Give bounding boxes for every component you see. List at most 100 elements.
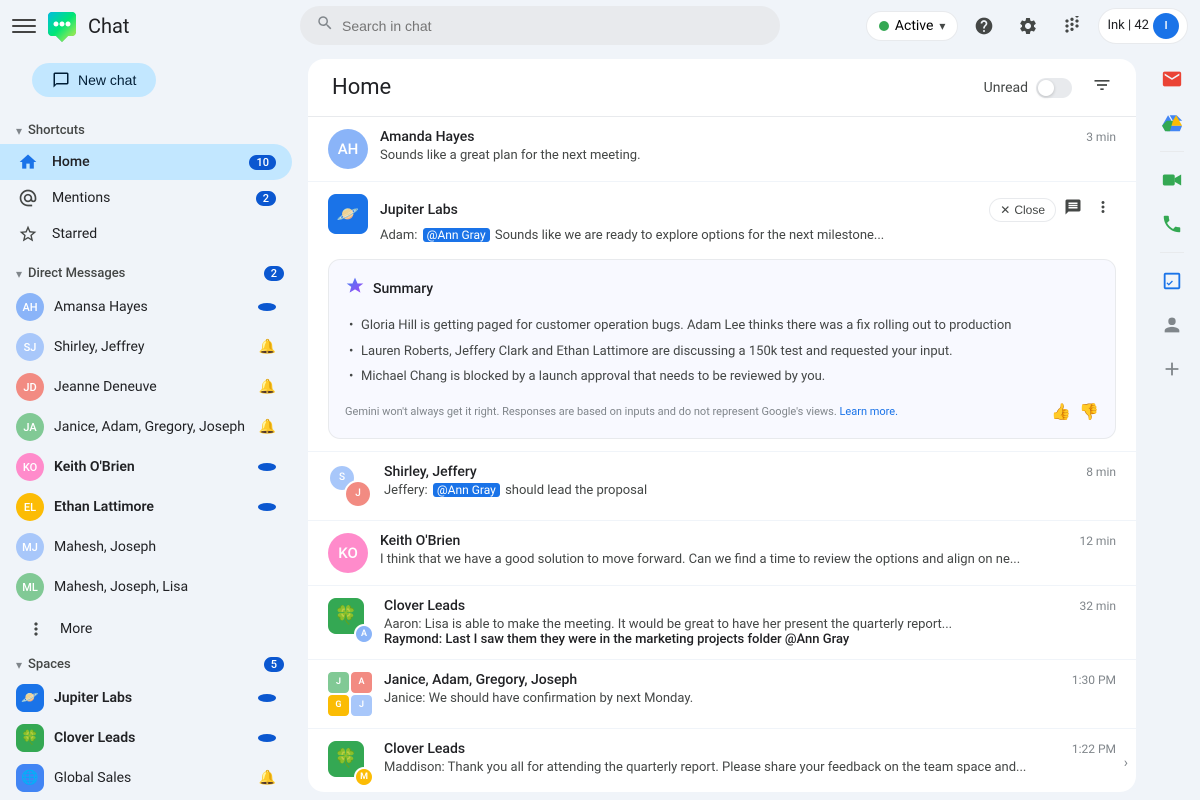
contacts-toolbar-icon[interactable] bbox=[1152, 305, 1192, 345]
message-group-jupiter-labs: 🪐 Jupiter Labs ✕ Close bbox=[308, 182, 1136, 452]
message-top: Clover Leads 32 min bbox=[384, 598, 1116, 614]
direct-messages-label: Direct Messages bbox=[28, 266, 125, 281]
summary-card: Summary Gloria Hill is getting paged for… bbox=[328, 259, 1116, 439]
jupiter-labs-msg-avatar: 🪐 bbox=[328, 194, 368, 234]
keith-unread bbox=[258, 463, 276, 471]
plus-toolbar-icon[interactable] bbox=[1152, 349, 1192, 389]
preview-suffix: Sounds like we are ready to explore opti… bbox=[495, 228, 884, 243]
starred-icon bbox=[16, 222, 40, 246]
sidebar-item-home[interactable]: Home 10 bbox=[0, 144, 292, 180]
more-label: More bbox=[60, 621, 276, 637]
spaces-badge: 5 bbox=[264, 657, 284, 672]
message-time: 8 min bbox=[1086, 465, 1116, 479]
sidebar-item-keith[interactable]: KO Keith O'Brien bbox=[0, 447, 292, 487]
direct-messages-section: ▾ Direct Messages 2 AH Amansa Hayes SJ S… bbox=[0, 256, 300, 611]
spaces-header[interactable]: ▾ Spaces 5 bbox=[0, 651, 300, 678]
message-preview: I think that we have a good solution to … bbox=[380, 552, 1116, 567]
sidebar-item-more[interactable]: More bbox=[8, 611, 292, 647]
mahesh-lisa-avatar: ML bbox=[16, 573, 44, 601]
thumbs-up-button[interactable]: 👍 bbox=[1051, 402, 1071, 422]
user-profile-button[interactable]: Ink | 42 I bbox=[1098, 8, 1188, 44]
chevron-down-icon: ▾ bbox=[16, 658, 22, 672]
chat-icon-button[interactable] bbox=[1060, 194, 1086, 225]
chevron-down-icon: ▾ bbox=[939, 19, 945, 33]
sidebar-item-mahesh-joseph-lisa[interactable]: ML Mahesh, Joseph, Lisa bbox=[0, 567, 292, 607]
message-item-clover-leads-2[interactable]: 🍀 M Clover Leads 1:22 PM Maddison: Thank… bbox=[308, 729, 1136, 793]
bell-icon: 🔔 bbox=[259, 379, 276, 395]
message-item-jupiter-labs[interactable]: 🪐 Jupiter Labs ✕ Close bbox=[308, 182, 1136, 255]
toggle-knob bbox=[1038, 80, 1054, 96]
sidebar-item-janice-group[interactable]: JA Janice, Adam, Gregory, Joseph 🔔 bbox=[0, 407, 292, 447]
search-input[interactable] bbox=[342, 18, 764, 34]
sidebar-item-amansa-hayes[interactable]: AH Amansa Hayes bbox=[0, 287, 292, 327]
message-preview-bold: Raymond: Last I saw them they were in th… bbox=[384, 632, 1116, 647]
message-preview: Adam: @Ann Gray Sounds like we are ready… bbox=[380, 228, 1116, 243]
message-top: Amanda Hayes 3 min bbox=[380, 129, 1116, 145]
home-badge: 10 bbox=[249, 155, 276, 170]
unread-section: Unread bbox=[984, 75, 1112, 100]
menu-button[interactable] bbox=[12, 14, 36, 38]
sidebar-item-mahesh-joseph[interactable]: MJ Mahesh, Joseph bbox=[0, 527, 292, 567]
apps-button[interactable] bbox=[1054, 8, 1090, 44]
clover-leads-2-avatar: 🍀 M bbox=[328, 741, 372, 785]
sidebar-item-jeanne[interactable]: JD Jeanne Deneuve 🔔 bbox=[0, 367, 292, 407]
new-chat-button[interactable]: New chat bbox=[32, 63, 156, 97]
message-item-clover-leads-1[interactable]: 🍀 A Clover Leads 32 min Aaron: Lisa is a… bbox=[308, 586, 1136, 660]
meet-toolbar-icon[interactable] bbox=[1152, 160, 1192, 200]
status-button[interactable]: Active ▾ bbox=[866, 11, 959, 41]
message-actions: ✕ Close bbox=[989, 194, 1116, 225]
jupiter-labs-unread bbox=[258, 694, 276, 702]
message-content: Keith O'Brien 12 min I think that we hav… bbox=[380, 533, 1116, 567]
clover-leads-label: Clover Leads bbox=[54, 730, 258, 746]
message-item-amanda-hayes[interactable]: AH Amanda Hayes 3 min Sounds like a grea… bbox=[308, 117, 1136, 182]
help-button[interactable] bbox=[966, 8, 1002, 44]
mention-tag: @Ann Gray bbox=[433, 483, 500, 497]
sidebar-item-clover-leads[interactable]: 🍀 Clover Leads bbox=[0, 718, 292, 758]
unread-label: Unread bbox=[984, 80, 1028, 96]
message-content: Jupiter Labs ✕ Close bbox=[380, 194, 1116, 243]
sidebar-item-ethan[interactable]: EL Ethan Lattimore bbox=[0, 487, 292, 527]
sidebar-item-starred[interactable]: Starred bbox=[0, 216, 292, 252]
sidebar-item-global-sales[interactable]: 🌐 Global Sales 🔔 bbox=[0, 758, 292, 798]
message-content: Amanda Hayes 3 min Sounds like a great p… bbox=[380, 129, 1116, 163]
message-item-janice-group[interactable]: J A G J Janice, Adam, Gregory, Joseph 1:… bbox=[308, 660, 1136, 729]
settings-button[interactable] bbox=[1010, 8, 1046, 44]
search-icon bbox=[316, 14, 334, 37]
preview-suffix: should lead the proposal bbox=[505, 483, 647, 498]
mentions-icon bbox=[16, 186, 40, 210]
sidebar-item-jupiter-labs[interactable]: 🪐 Jupiter Labs bbox=[0, 678, 292, 718]
more-options-button[interactable] bbox=[1090, 194, 1116, 225]
filter-icon[interactable] bbox=[1092, 75, 1112, 100]
summary-disclaimer: Gemini won't always get it right. Respon… bbox=[345, 405, 898, 418]
mentions-badge: 2 bbox=[256, 191, 276, 206]
user-label: Ink | 42 bbox=[1107, 18, 1149, 33]
mention-tag: @Ann Gray bbox=[423, 228, 490, 242]
drive-toolbar-icon[interactable] bbox=[1152, 103, 1192, 143]
shortcuts-header[interactable]: ▾ Shortcuts bbox=[0, 117, 300, 144]
gmail-toolbar-icon[interactable] bbox=[1152, 59, 1192, 99]
message-time: 3 min bbox=[1086, 130, 1116, 144]
preview-prefix: Jeffery: bbox=[384, 483, 431, 498]
mahesh-lisa-label: Mahesh, Joseph, Lisa bbox=[54, 579, 276, 595]
sidebar-item-shirley-jeffrey[interactable]: SJ Shirley, Jeffrey 🔔 bbox=[0, 327, 292, 367]
messages-list: AH Amanda Hayes 3 min Sounds like a grea… bbox=[308, 117, 1136, 792]
message-item-keith-obrien[interactable]: KO Keith O'Brien 12 min I think that we … bbox=[308, 521, 1136, 586]
direct-messages-header[interactable]: ▾ Direct Messages 2 bbox=[0, 260, 300, 287]
phone-toolbar-icon[interactable] bbox=[1152, 204, 1192, 244]
search-box bbox=[300, 6, 780, 45]
thumbs-down-button[interactable]: 👎 bbox=[1079, 402, 1099, 422]
message-item-shirley-jeffery[interactable]: S J Shirley, Jeffery 8 min Jeffery: @Ann… bbox=[308, 452, 1136, 521]
summary-footer: Gemini won't always get it right. Respon… bbox=[345, 402, 1099, 422]
mention-tag: @Ann Gray bbox=[785, 632, 849, 647]
shortcuts-label: Shortcuts bbox=[28, 123, 85, 138]
bell-icon: 🔔 bbox=[259, 339, 276, 355]
sidebar-item-mentions[interactable]: Mentions 2 bbox=[0, 180, 292, 216]
message-sender: Shirley, Jeffery bbox=[384, 464, 477, 480]
message-time: 1:30 PM bbox=[1072, 673, 1116, 687]
close-button[interactable]: ✕ Close bbox=[989, 198, 1056, 222]
unread-toggle[interactable] bbox=[1036, 78, 1072, 98]
tasks-toolbar-icon[interactable] bbox=[1152, 261, 1192, 301]
learn-more-link[interactable]: Learn more. bbox=[839, 405, 898, 418]
janice-group-avatar: J A G J bbox=[328, 672, 372, 716]
gemini-icon bbox=[345, 276, 365, 301]
